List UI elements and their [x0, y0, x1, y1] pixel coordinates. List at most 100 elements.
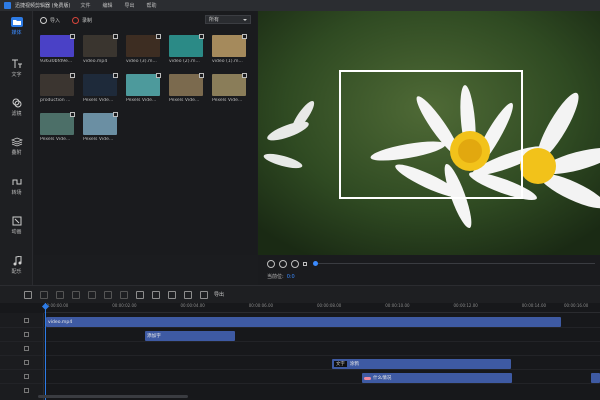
- lock-icon[interactable]: [24, 360, 29, 365]
- timeline: 00:00:00.00 00:00:02.00 00:00:04.00 00:00:0…: [0, 302, 600, 400]
- select-checkbox[interactable]: [242, 73, 247, 78]
- select-checkbox[interactable]: [242, 34, 247, 39]
- crop-icon[interactable]: [72, 290, 80, 299]
- import-button[interactable]: 导入: [40, 16, 61, 24]
- menu-export[interactable]: 导出: [125, 2, 135, 9]
- record-icon: [72, 16, 80, 24]
- delete-icon[interactable]: [104, 290, 112, 299]
- media-item[interactable]: production ...: [40, 73, 76, 104]
- lock-icon[interactable]: [24, 388, 29, 393]
- mosaic-icon[interactable]: [152, 290, 160, 299]
- media-item-name: Pexels Vide...: [169, 98, 200, 103]
- snapshot-icon[interactable]: [136, 290, 144, 299]
- record-button[interactable]: 录制: [72, 16, 92, 24]
- media-item[interactable]: video.mp4: [83, 34, 119, 65]
- time-readout: 当前位: 0:0: [267, 273, 295, 280]
- video-preview[interactable]: [258, 11, 600, 255]
- playhead[interactable]: [45, 303, 46, 400]
- media-thumbnail: [126, 73, 161, 96]
- scrubber-handle[interactable]: [313, 261, 318, 266]
- media-thumbnail: [40, 34, 75, 57]
- media-item[interactable]: Pexels Vide...: [83, 112, 119, 143]
- media-item[interactable]: Pexels Vide...: [169, 73, 205, 104]
- media-thumbnail: [169, 73, 204, 96]
- undo-icon[interactable]: [24, 290, 32, 299]
- media-thumbnail: [83, 73, 118, 96]
- select-checkbox[interactable]: [70, 112, 75, 117]
- media-item[interactable]: 93630bfd9e...: [40, 34, 76, 65]
- sidebar-item-transition[interactable]: 转场: [0, 177, 33, 196]
- select-checkbox[interactable]: [113, 112, 118, 117]
- text-clip-2[interactable]: 文字 涂鸦: [332, 359, 511, 369]
- sidebar-item-animation[interactable]: 动画: [0, 216, 33, 235]
- play-button[interactable]: [279, 260, 287, 268]
- select-checkbox[interactable]: [113, 34, 118, 39]
- lock-icon[interactable]: [24, 332, 29, 337]
- select-checkbox[interactable]: [113, 73, 118, 78]
- select-checkbox[interactable]: [70, 34, 75, 39]
- media-item[interactable]: video (1).m...: [212, 34, 248, 65]
- split-icon[interactable]: [120, 290, 128, 299]
- title-bar: 迅捷视频剪辑器 (免费版) 文件 编辑 导出 帮助: [0, 0, 600, 11]
- next-frame-button[interactable]: [291, 260, 299, 268]
- prev-frame-button[interactable]: [267, 260, 275, 268]
- select-checkbox[interactable]: [156, 73, 161, 78]
- audio-clip[interactable]: 什么情况: [362, 373, 512, 383]
- timeline-scrollbar[interactable]: [38, 395, 188, 398]
- ruler-tick: 00:00:06.00: [248, 303, 274, 308]
- video-clip[interactable]: video.mp4: [46, 317, 561, 327]
- media-thumbnail: [40, 112, 75, 135]
- lock-icon[interactable]: [24, 346, 29, 351]
- timer-icon[interactable]: [168, 290, 176, 299]
- sidebar-item-music[interactable]: 配乐: [0, 256, 33, 275]
- media-item[interactable]: Pexels Vide...: [126, 73, 162, 104]
- copy-icon[interactable]: [88, 290, 96, 299]
- ruler-tick: 00:00:16.00: [564, 303, 589, 308]
- sidebar-item-media[interactable]: 媒体: [0, 17, 33, 36]
- sidebar-item-text[interactable]: 文字: [0, 59, 33, 78]
- track-controls: [24, 332, 42, 339]
- media-item[interactable]: Pexels Vide...: [40, 112, 76, 143]
- playback-controls: 当前位: 0:0: [258, 255, 600, 285]
- stop-button[interactable]: [303, 262, 307, 266]
- media-icon: [10, 17, 23, 27]
- edit-icon[interactable]: [56, 290, 64, 299]
- media-item[interactable]: video (2).m...: [169, 34, 205, 65]
- mic-icon[interactable]: [184, 290, 192, 299]
- ruler-tick: 00:00:10.00: [385, 303, 410, 308]
- lock-icon[interactable]: [24, 374, 29, 379]
- ruler-tick: 00:00:14.00: [521, 303, 547, 308]
- import-label: 导入: [50, 17, 61, 24]
- media-grid: 93630bfd9e... video.mp4 video (3).m... vide…: [40, 34, 252, 143]
- media-item[interactable]: video (3).m...: [126, 34, 162, 65]
- select-checkbox[interactable]: [70, 73, 75, 78]
- media-item-name: Pexels Vide...: [83, 137, 114, 142]
- media-item[interactable]: Pexels Vide...: [212, 73, 248, 104]
- playback-scrubber[interactable]: [315, 263, 595, 264]
- sidebar-item-overlay[interactable]: 叠附: [0, 137, 33, 156]
- menu-file[interactable]: 文件: [81, 2, 91, 9]
- sidebar-item-filter[interactable]: 滤镜: [0, 98, 33, 117]
- audio-clip-2[interactable]: [591, 373, 600, 383]
- clip-label: 添加字: [147, 334, 161, 339]
- select-checkbox[interactable]: [199, 73, 204, 78]
- text-clip[interactable]: 添加字: [145, 331, 235, 341]
- menu-edit[interactable]: 编辑: [103, 2, 113, 9]
- media-item-name: 93630bfd9e...: [40, 59, 73, 64]
- redo-icon[interactable]: [40, 290, 48, 299]
- sidebar-item-label: 动画: [11, 229, 22, 235]
- media-item[interactable]: Pexels Vide...: [83, 73, 119, 104]
- export-icon[interactable]: [200, 290, 208, 299]
- select-checkbox[interactable]: [199, 34, 204, 39]
- lock-icon[interactable]: [24, 318, 29, 323]
- timeline-ruler[interactable]: 00:00:00.00 00:00:02.00 00:00:04.00 00:00:0…: [44, 303, 600, 313]
- app-title: 迅捷视频剪辑器 (免费版): [15, 3, 71, 9]
- track-controls: [24, 318, 42, 325]
- clip-label: video.mp4: [48, 319, 73, 325]
- ruler-tick: 00:00:02.00: [112, 303, 137, 308]
- select-checkbox[interactable]: [156, 34, 161, 39]
- menu-help[interactable]: 帮助: [147, 2, 157, 9]
- sidebar-item-label: 叠附: [11, 150, 22, 156]
- media-filter-select[interactable]: 所有: [205, 15, 251, 24]
- export-button[interactable]: 导出: [214, 291, 224, 298]
